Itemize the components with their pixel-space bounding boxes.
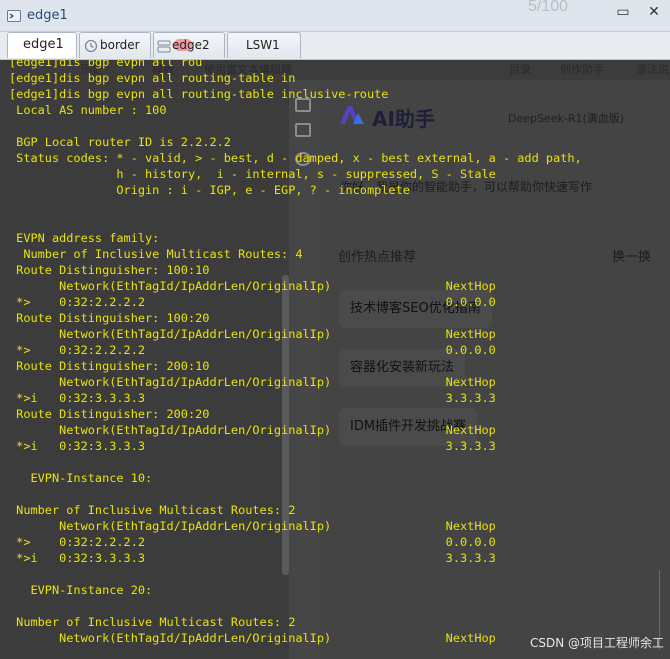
session-tabbar: edge1 border edge2 LSW1 [0, 32, 670, 60]
close-button[interactable]: ✕ [643, 2, 665, 22]
tab-border[interactable]: border [79, 32, 151, 58]
window-titlebar: edge1 5/100 ▭ ✕ [0, 0, 670, 32]
terminal-output[interactable]: [edge1]dis bgp evpn all rou [edge1]dis bg… [0, 60, 670, 659]
tab-label: border [100, 38, 140, 52]
tab-label: edge2 [172, 38, 210, 52]
terminal-line: [edge1]dis bgp evpn all routing-table in… [9, 87, 389, 101]
terminal-line: h - history, i - internal, s - suppresse… [9, 167, 496, 181]
tab-edge1[interactable]: edge1 [7, 32, 77, 58]
terminal-line: *>i 0:32:3.3.3.3 3.3.3.3 [9, 551, 496, 565]
terminal-line: EVPN-Instance 20: [9, 583, 153, 597]
terminal-line: Number of Inclusive Multicast Routes: 2 [9, 615, 296, 629]
terminal-line: [edge1]dis bgp evpn all rou [9, 60, 203, 69]
tab-label: edge1 [23, 37, 64, 52]
terminal-line: Network(EthTagId/IpAddrLen/OriginalIp) N… [9, 423, 496, 437]
terminal-app-icon [7, 10, 21, 22]
terminal-line: EVPN address family: [9, 231, 160, 245]
char-counter: 5/100 [528, 0, 569, 15]
window-title: edge1 [27, 8, 68, 23]
terminal-line: Route Distinguisher: 200:20 [9, 407, 210, 421]
terminal-line: EVPN-Instance 10: [9, 471, 153, 485]
terminal-line: *> 0:32:2.2.2.2 0.0.0.0 [9, 343, 496, 357]
watermark: CSDN @项目工程师余工 [529, 636, 664, 650]
tab-label: LSW1 [246, 38, 280, 52]
terminal-line: Network(EthTagId/IpAddrLen/OriginalIp) N… [9, 279, 496, 293]
tab-edge2[interactable]: edge2 [153, 32, 225, 58]
terminal-line: Local AS number : 100 [9, 103, 167, 117]
terminal-line: Route Distinguisher: 100:10 [9, 263, 210, 277]
terminal-line: Origin : i - IGP, e - EGP, ? - incomplet… [9, 183, 410, 197]
minimize-button[interactable]: ▭ [612, 2, 634, 22]
terminal-line: Status codes: * - valid, > - best, d - d… [9, 151, 582, 165]
terminal-line: *>i 0:32:3.3.3.3 3.3.3.3 [9, 391, 496, 405]
terminal-line: Network(EthTagId/IpAddrLen/OriginalIp) N… [9, 327, 496, 341]
terminal-line: Route Distinguisher: 100:20 [9, 311, 210, 325]
terminal-line: [edge1]dis bgp evpn all routing-table in [9, 71, 296, 85]
terminal-line: Network(EthTagId/IpAddrLen/OriginalIp) N… [9, 519, 496, 533]
terminal-line: *> 0:32:2.2.2.2 0.0.0.0 [9, 535, 496, 549]
terminal-line: Number of Inclusive Multicast Routes: 2 [9, 503, 296, 517]
terminal-line: Network(EthTagId/IpAddrLen/OriginalIp) N… [9, 375, 496, 389]
terminal-line: Network(EthTagId/IpAddrLen/OriginalIp) N… [9, 631, 496, 645]
terminal-line: *> 0:32:2.2.2.2 0.0.0.0 [9, 295, 496, 309]
terminal-line: Route Distinguisher: 200:10 [9, 359, 210, 373]
terminal-line: *>i 0:32:3.3.3.3 3.3.3.3 [9, 439, 496, 453]
terminal-line: Number of Inclusive Multicast Routes: 4 [9, 247, 303, 261]
terminal-line: BGP Local router ID is 2.2.2.2 [9, 135, 231, 149]
tab-lsw1[interactable]: LSW1 [227, 32, 301, 58]
